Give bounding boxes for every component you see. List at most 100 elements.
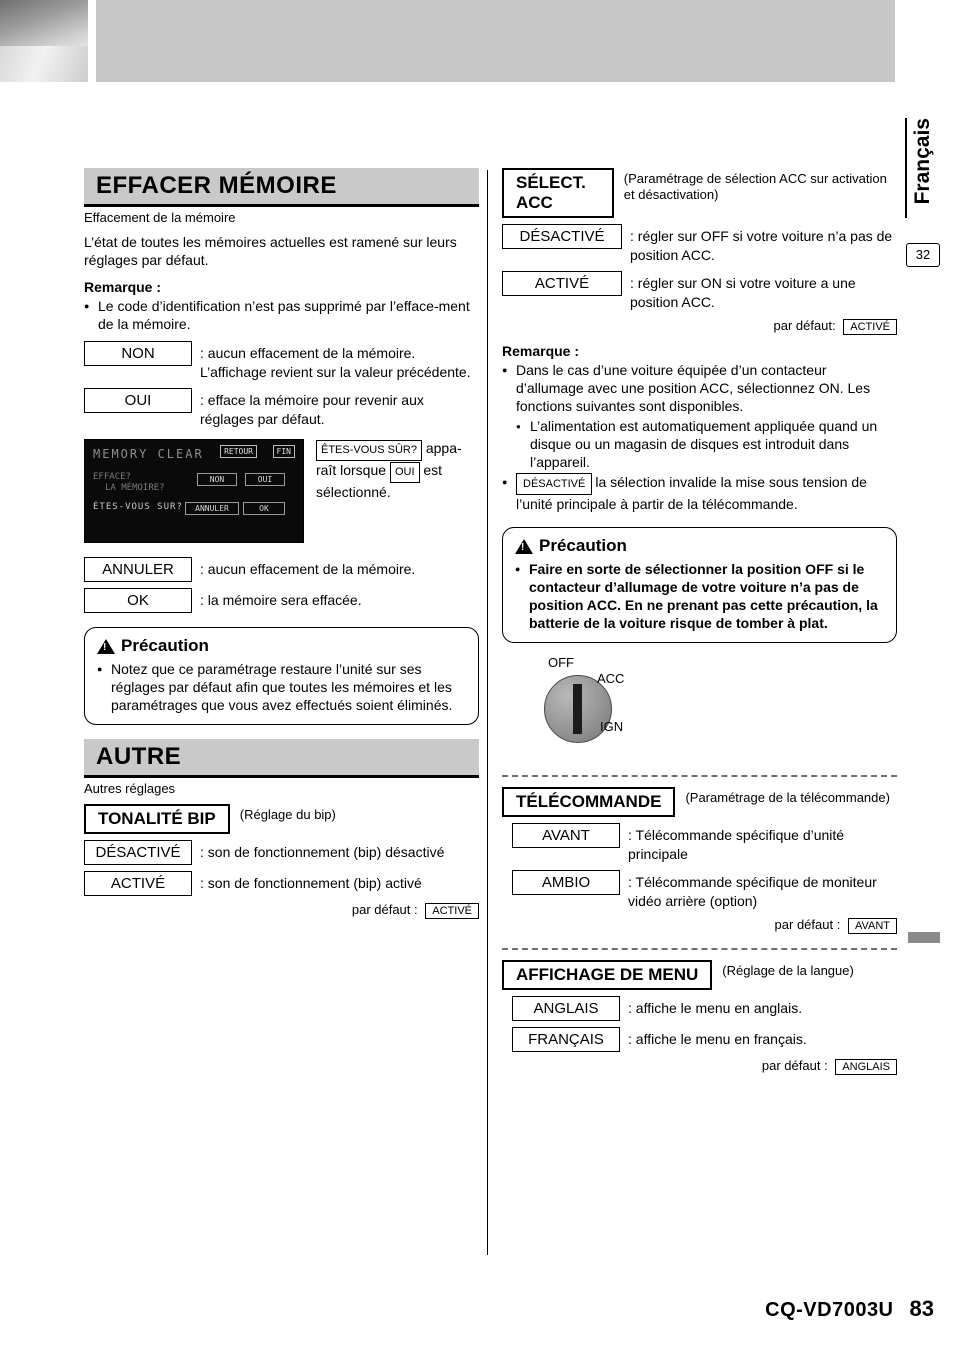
option-desc-bip-desactive: : son de fonctionnement (bip) désactivé — [200, 844, 445, 860]
option-desc-bip-active: : son de fonctionnement (bip) activé — [200, 875, 422, 891]
option-row-ok: OK : la mémoire sera effacée. — [84, 588, 479, 613]
model-name: CQ-VD7003U — [765, 1299, 894, 1321]
option-label-acc-desactive[interactable]: DÉSACTIVÉ — [502, 224, 622, 249]
knob-label-ign: IGN — [600, 719, 624, 734]
language-tab-rule — [905, 118, 907, 218]
lcd-button-oui[interactable]: OUI — [245, 473, 285, 486]
page-footer: CQ-VD7003U 83 — [765, 1296, 934, 1322]
option-label-non[interactable]: NON — [84, 341, 192, 366]
side-page-indicator: 32 — [906, 243, 940, 267]
option-row-non: NON : aucun effacement de la mémoire. L’… — [84, 341, 479, 382]
list-item: Faire en sorte de sélectionner la positi… — [515, 560, 884, 632]
remarque-list-left: Le code d’identification n’est pas suppr… — [84, 297, 479, 333]
setting-note-telecommande: (Paramétrage de la télécommande) — [685, 790, 890, 805]
lcd-caption-box2: OUI — [389, 462, 420, 483]
default-value-bip: ACTIVÉ — [425, 903, 479, 919]
option-desc-oui: : efface la mémoire pour revenir aux rég… — [200, 392, 424, 427]
precaution-list-right: Faire en sorte de sélectionner la positi… — [515, 560, 884, 632]
lcd-screen: MEMORY CLEAR RETOUR FIN EFFACE? LA MÉMOI… — [84, 439, 304, 543]
setting-name-tonalite-bip[interactable]: TONALITÉ BIP — [84, 804, 230, 834]
section-body-effacer-memoire: L’état de toutes les mémoires actuelles … — [84, 234, 457, 268]
option-label-annuler[interactable]: ANNULER — [84, 557, 192, 582]
setting-name-affichage-menu[interactable]: AFFICHAGE DE MENU — [502, 960, 713, 990]
default-value-acc: ACTIVÉ — [843, 319, 897, 335]
precaution-title-left: Précaution — [97, 636, 466, 656]
knob-stem — [573, 684, 582, 734]
option-row-oui: OUI : efface la mémoire pour revenir aux… — [84, 388, 479, 429]
option-label-francais[interactable]: FRANÇAIS — [512, 1027, 620, 1052]
left-column: EFFACER MÉMOIRE Effacement de la mémoire… — [84, 168, 479, 927]
section-title-autre: AUTRE — [84, 739, 479, 778]
default-line-acc: par défaut: ACTIVÉ — [502, 318, 897, 335]
option-label-bip-active[interactable]: ACTIVÉ — [84, 871, 192, 896]
option-label-oui[interactable]: OUI — [84, 388, 192, 413]
option-row-acc-desactive: DÉSACTIVÉ : régler sur OFF si votre voit… — [502, 224, 897, 265]
column-divider — [487, 170, 488, 1255]
language-tab: Français — [910, 118, 936, 209]
lcd-button-annuler[interactable]: ANNULER — [185, 502, 239, 515]
section-subtitle-autre: Autres réglages — [84, 781, 176, 796]
section-title-effacer-memoire: EFFACER MÉMOIRE — [84, 168, 479, 207]
precaution-title-text-right: Précaution — [539, 536, 627, 555]
default-label-affichage-menu: par défaut : — [761, 1058, 828, 1073]
option-row-bip-active: ACTIVÉ : son de fonctionnement (bip) act… — [84, 871, 479, 896]
remarque-label-left: Remarque : — [84, 279, 162, 295]
banner-gap — [88, 0, 96, 82]
option-desc-avant: : Télécommande spécifique d’unité princi… — [628, 827, 845, 862]
list-item: Le code d’identification n’est pas suppr… — [84, 297, 479, 333]
option-label-ok[interactable]: OK — [84, 588, 192, 613]
lcd-button-fin[interactable]: FIN — [272, 445, 295, 458]
setting-header-telecommande: TÉLÉCOMMANDE (Paramétrage de la télécomm… — [502, 787, 897, 817]
list-item-with-box: DÉSACTIVÉla sélection invalide la mise s… — [502, 473, 897, 513]
precaution-box-left: Précaution Notez que ce paramétrage rest… — [84, 627, 479, 725]
right-column: SÉLECT. ACC (Paramétrage de sélection AC… — [502, 168, 897, 1083]
side-marker-bar — [908, 932, 940, 943]
remarque-label-right: Remarque : — [502, 343, 580, 359]
lcd-button-ok[interactable]: OK — [243, 502, 285, 515]
option-desc-ambio: : Télécommande spécifique de moniteur vi… — [628, 874, 877, 909]
lcd-caption: ÊTES-VOUS SÛR? appa-raît lorsque OUI est… — [304, 439, 479, 502]
setting-header-affichage-menu: AFFICHAGE DE MENU (Réglage de la langue) — [502, 960, 897, 990]
banner-graphic — [0, 0, 88, 82]
default-label-bip: par défaut : — [351, 902, 418, 917]
lcd-button-retour[interactable]: RETOUR — [220, 445, 257, 458]
precaution-title-right: Précaution — [515, 536, 884, 556]
option-label-ambio[interactable]: AMBIO — [512, 870, 620, 895]
setting-note-select-acc: (Paramétrage de sélection ACC sur activa… — [623, 171, 887, 202]
option-row-francais: FRANÇAIS : affiche le menu en français. — [512, 1027, 897, 1052]
option-row-anglais: ANGLAIS : affiche le menu en anglais. — [512, 996, 897, 1021]
precaution-box-right: Précaution Faire en sorte de sélectionne… — [502, 527, 897, 643]
setting-name-telecommande[interactable]: TÉLÉCOMMANDE — [502, 787, 676, 817]
lcd-line3: ÉTES-VOUS SUR? — [93, 502, 183, 512]
option-label-bip-desactive[interactable]: DÉSACTIVÉ — [84, 840, 192, 865]
option-row-ambio: AMBIO : Télécommande spécifique de monit… — [512, 870, 897, 911]
lcd-line2: LA MÉMOIRE? — [105, 483, 165, 493]
option-row-avant: AVANT : Télécommande spécifique d’unité … — [512, 823, 897, 864]
precaution-title-text-left: Précaution — [121, 636, 209, 655]
remarque-list-right: Dans le cas d’une voiture équipée d’un c… — [502, 361, 897, 513]
setting-note-affichage-menu: (Réglage de la langue) — [722, 963, 854, 978]
option-label-avant[interactable]: AVANT — [512, 823, 620, 848]
divider-dashed-1 — [502, 775, 897, 777]
setting-header-tonalite-bip: TONALITÉ BIP (Réglage du bip) — [84, 804, 479, 834]
default-line-affichage-menu: par défaut : ANGLAIS — [502, 1058, 897, 1075]
setting-name-select-acc[interactable]: SÉLECT. ACC — [502, 168, 614, 218]
warning-triangle-icon — [515, 538, 533, 554]
default-value-telecommande: AVANT — [847, 918, 897, 934]
knob-label-off: OFF — [548, 655, 574, 670]
option-row-acc-active: ACTIVÉ : régler sur ON si votre voiture … — [502, 271, 897, 312]
default-line-telecommande: par défaut : AVANT — [502, 917, 897, 934]
knob-label-acc: ACC — [597, 671, 625, 686]
inline-box-desactive: DÉSACTIVÉ — [516, 473, 593, 495]
setting-note-tonalite-bip: (Réglage du bip) — [239, 807, 336, 822]
list-item: Dans le cas d’une voiture équipée d’un c… — [502, 361, 897, 415]
top-banner — [0, 0, 895, 82]
option-label-anglais[interactable]: ANGLAIS — [512, 996, 620, 1021]
option-desc-annuler: : aucun effacement de la mémoire. — [200, 561, 416, 577]
setting-header-select-acc: SÉLECT. ACC (Paramétrage de sélection AC… — [502, 168, 897, 218]
option-desc-acc-desactive: : régler sur OFF si votre voiture n’a pa… — [630, 228, 893, 263]
language-tab-label: Français — [911, 118, 934, 205]
option-label-acc-active[interactable]: ACTIVÉ — [502, 271, 622, 296]
lcd-button-non[interactable]: NON — [197, 473, 237, 486]
ignition-knob-diagram: OFF ACC IGN — [502, 653, 897, 761]
